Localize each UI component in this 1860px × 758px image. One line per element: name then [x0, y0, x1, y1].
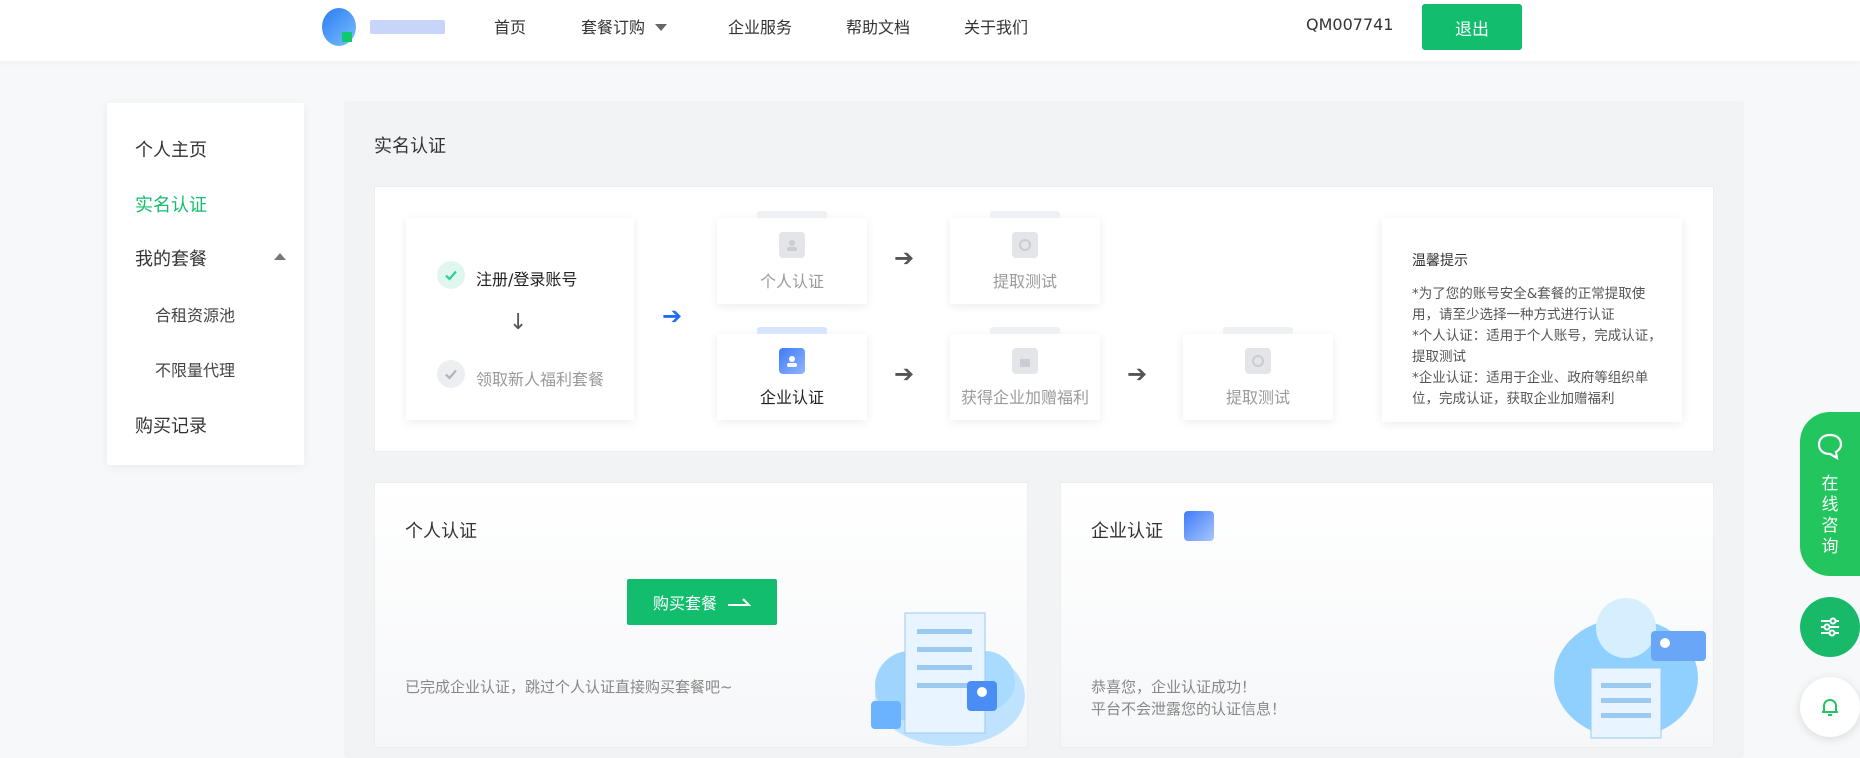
check-circle-gray-icon — [437, 360, 465, 388]
document-cloud-illustration — [871, 612, 1025, 746]
personal-cert-title: 个人认证 — [405, 521, 477, 542]
person-icon — [779, 232, 805, 258]
flow-extract-test-2-label: 提取测试 — [1225, 388, 1290, 407]
nav-about-us[interactable]: 关于我们 — [964, 14, 1028, 38]
enterprise-cloud-illustration — [1554, 598, 1706, 739]
arrow-right-icon: ➔ — [1127, 360, 1148, 388]
online-consult-label: 在 线 咨 询 — [1821, 474, 1839, 558]
sidebar-item-shared-pool[interactable]: 合租资源池 — [155, 302, 235, 326]
sidebar: 个人主页 实名认证 我的套餐 合租资源池 不限量代理 购买记录 — [107, 103, 304, 465]
flow-enterprise-bonus[interactable]: 获得企业加赠福利 — [950, 327, 1100, 420]
chevron-up-icon[interactable] — [274, 253, 286, 260]
sidebar-item-verification[interactable]: 实名认证 — [135, 191, 207, 217]
notification-button[interactable] — [1800, 677, 1860, 737]
card-tab-active — [757, 327, 827, 334]
tips-panel: 温馨提示 *为了您的账号安全&套餐的正常提取使用，请至少选择一种方式进行认证 *… — [1382, 218, 1682, 422]
step-claim-newbie-package: 领取新人福利套餐 — [476, 370, 605, 389]
nav-enterprise-service[interactable]: 企业服务 — [728, 14, 792, 38]
sidebar-item-my-packages[interactable]: 我的套餐 — [135, 245, 207, 271]
online-consult-button[interactable]: 在 线 咨 询 — [1800, 412, 1860, 576]
enterprise-badge-icon — [1184, 511, 1214, 541]
enterprise-cert-card: 企业认证 恭喜您，企业认证成功！ 平台不会泄露您的认证信息！ — [1060, 482, 1714, 748]
refresh-icon — [1245, 348, 1271, 374]
consult-char: 在 — [1821, 474, 1839, 494]
step-register-login: 注册/登录账号 — [476, 270, 578, 289]
arrow-right-blue-icon: ➔ — [662, 302, 683, 330]
flow-personal-cert[interactable]: 个人认证 — [717, 211, 867, 304]
buy-package-button[interactable]: 购买套餐 — [627, 579, 777, 625]
check-circle-icon — [437, 261, 465, 289]
personal-cert-note: 已完成企业认证，跳过个人认证直接购买套餐吧~ — [405, 678, 733, 696]
tips-title: 温馨提示 — [1412, 253, 1468, 269]
card-tab — [990, 211, 1060, 218]
logo-wordmark — [370, 20, 445, 34]
account-steps-card: 注册/登录账号 ↓ 领取新人福利套餐 — [406, 218, 634, 420]
card-tab — [1223, 327, 1293, 334]
consult-char: 询 — [1821, 537, 1839, 557]
tips-line-2: *个人认证：适用于个人账号，完成认证，提取测试 — [1412, 328, 1662, 365]
tips-line-3: *企业认证：适用于企业、政府等组织单位，完成认证，获取企业加赠福利 — [1412, 370, 1649, 407]
brand-logo[interactable] — [310, 8, 445, 46]
flow-enterprise-cert-label: 企业认证 — [759, 388, 824, 407]
arrow-down-icon: ↓ — [509, 310, 528, 335]
consult-char: 线 — [1821, 495, 1839, 515]
nav-help-docs[interactable]: 帮助文档 — [846, 14, 910, 38]
consult-char: 咨 — [1821, 516, 1839, 536]
nav-packages[interactable]: 套餐订购 — [581, 14, 668, 38]
enterprise-id-icon — [779, 348, 805, 374]
chevron-down-icon — [655, 24, 668, 31]
nav-packages-label: 套餐订购 — [581, 18, 646, 37]
sidebar-item-unlimited-proxy[interactable]: 不限量代理 — [155, 357, 235, 381]
bell-icon — [1822, 698, 1838, 716]
page-title: 实名认证 — [374, 136, 446, 157]
sidebar-item-home[interactable]: 个人主页 — [135, 136, 207, 162]
enterprise-cert-title: 企业认证 — [1091, 521, 1163, 542]
account-id: QM007741 — [1306, 15, 1394, 34]
flow-enterprise-cert[interactable]: 企业认证 — [717, 327, 867, 420]
flow-extract-test-2[interactable]: 提取测试 — [1183, 327, 1333, 420]
arrow-right-icon: ➔ — [894, 360, 915, 388]
logo-accent — [342, 32, 352, 42]
flow-personal-cert-label: 个人认证 — [759, 272, 824, 291]
arrow-right-icon — [728, 598, 751, 606]
sliders-icon — [1821, 617, 1839, 637]
tips-line-1: *为了您的账号安全&套餐的正常提取使用，请至少选择一种方式进行认证 — [1412, 286, 1646, 323]
gift-icon — [1012, 348, 1038, 374]
top-header: 首页 套餐订购 企业服务 帮助文档 关于我们 QM007741 退出 — [0, 0, 1860, 61]
flow-extract-test-1-label: 提取测试 — [992, 272, 1057, 291]
card-tab — [990, 327, 1060, 334]
nav-home[interactable]: 首页 — [494, 14, 526, 38]
logout-button[interactable]: 退出 — [1422, 4, 1522, 50]
flow-enterprise-bonus-label: 获得企业加赠福利 — [960, 388, 1089, 407]
personal-cert-card: 个人认证 购买套餐 已完成企业认证，跳过个人认证直接购买套餐吧~ — [374, 482, 1028, 748]
sidebar-item-purchase-history[interactable]: 购买记录 — [135, 412, 207, 438]
buy-package-label: 购买套餐 — [652, 594, 717, 613]
flow-extract-test-1[interactable]: 提取测试 — [950, 211, 1100, 304]
chat-bubble-icon — [1817, 433, 1843, 460]
card-tab — [757, 211, 827, 218]
arrow-right-icon: ➔ — [894, 244, 915, 272]
refresh-icon — [1012, 232, 1038, 258]
enterprise-cert-note-1: 恭喜您，企业认证成功！ — [1091, 678, 1257, 696]
settings-sliders-button[interactable] — [1800, 597, 1860, 657]
enterprise-cert-note-2: 平台不会泄露您的认证信息！ — [1091, 700, 1287, 718]
